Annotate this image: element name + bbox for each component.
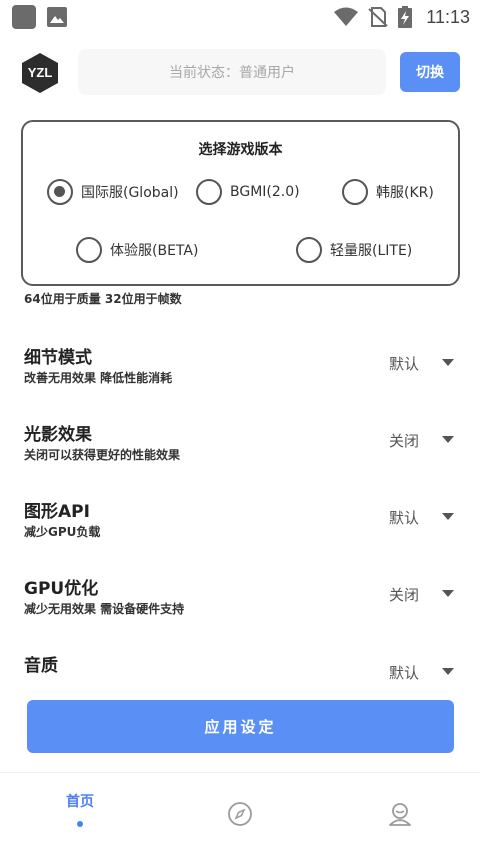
user-status-field: 当前状态：普通用户	[78, 49, 386, 95]
setting-row-gpu-optimization[interactable]: GPU优化 减少无用效果 需设备硬件支持 关闭	[0, 574, 480, 652]
dropdown-arrow-icon[interactable]	[442, 590, 454, 597]
setting-subtitle: 减少GPU负载	[24, 525, 101, 539]
nav-home-label: 首页	[66, 794, 94, 810]
game-version-dialog: 选择游戏版本 国际服(Global) BGMI(2.0) 韩服(KR) 体验服(…	[21, 120, 460, 286]
setting-value[interactable]: 关闭	[389, 430, 419, 451]
user-icon[interactable]	[387, 801, 413, 827]
dropdown-arrow-icon[interactable]	[442, 436, 454, 443]
setting-title: GPU优化	[24, 579, 99, 599]
setting-row-audio-quality[interactable]: 音质 默认	[0, 651, 480, 690]
radio-lite[interactable]: 轻量服(LITE)	[296, 237, 412, 263]
radio-unchecked-icon[interactable]	[296, 237, 322, 263]
radio-global[interactable]: 国际服(Global)	[47, 179, 179, 205]
radio-unchecked-icon[interactable]	[342, 179, 368, 205]
apply-settings-button[interactable]: 应用设定	[27, 700, 454, 753]
active-indicator-dot	[77, 821, 83, 827]
radio-unchecked-icon[interactable]	[76, 237, 102, 263]
radio-checked-icon[interactable]	[47, 179, 73, 205]
nav-discover[interactable]	[210, 801, 270, 851]
setting-value[interactable]: 默认	[389, 507, 419, 528]
radio-bgmi[interactable]: BGMI(2.0)	[196, 179, 300, 205]
no-sim-icon	[368, 7, 388, 27]
setting-value[interactable]: 关闭	[389, 584, 419, 605]
setting-subtitle: 关闭可以获得更好的性能效果	[24, 448, 181, 462]
radio-label: 体验服(BETA)	[110, 243, 199, 259]
radio-beta[interactable]: 体验服(BETA)	[76, 237, 198, 263]
app-notification-icon	[12, 5, 36, 29]
compass-icon[interactable]	[227, 801, 253, 827]
settings-list[interactable]: 64位用于质量 32位用于帧数 细节模式 改善无用效果 降低性能消耗 默认 光影…	[0, 280, 480, 690]
dialog-title: 选择游戏版本	[198, 142, 283, 158]
radio-label: BGMI(2.0)	[230, 184, 300, 200]
setting-row-graphics-api[interactable]: 图形API 减少GPU负载 默认	[0, 497, 480, 575]
status-bar: 11:13	[0, 0, 480, 34]
radio-unchecked-icon[interactable]	[196, 179, 222, 205]
setting-row-detail-mode[interactable]: 细节模式 改善无用效果 降低性能消耗 默认	[0, 343, 480, 421]
logo-text: YZL	[28, 65, 53, 80]
radio-label: 国际服(Global)	[81, 185, 179, 201]
image-notification-icon	[47, 7, 67, 27]
setting-value[interactable]: 默认	[389, 353, 419, 374]
wifi-icon	[334, 7, 359, 26]
app-logo: YZL	[22, 53, 58, 93]
clock: 11:13	[426, 6, 470, 27]
radio-label: 轻量服(LITE)	[330, 243, 413, 259]
setting-title: 图形API	[24, 502, 90, 522]
setting-title: 光影效果	[24, 425, 92, 445]
setting-subtitle: 减少无用效果 需设备硬件支持	[24, 602, 185, 616]
cut-off-description: 64位用于质量 32位用于帧数	[24, 292, 182, 306]
dropdown-arrow-icon[interactable]	[442, 513, 454, 520]
bottom-nav: 首页	[0, 772, 480, 853]
setting-subtitle: 改善无用效果 降低性能消耗	[24, 371, 173, 385]
setting-value[interactable]: 默认	[389, 662, 419, 683]
switch-button[interactable]: 切换	[400, 52, 460, 92]
radio-kr[interactable]: 韩服(KR)	[342, 179, 434, 205]
battery-charging-icon	[398, 6, 413, 28]
nav-home[interactable]: 首页	[50, 791, 110, 841]
setting-row-lighting[interactable]: 光影效果 关闭可以获得更好的性能效果 关闭	[0, 420, 480, 498]
dropdown-arrow-icon[interactable]	[442, 359, 454, 366]
nav-profile[interactable]	[370, 801, 430, 851]
radio-label: 韩服(KR)	[376, 185, 434, 201]
setting-title: 细节模式	[24, 348, 92, 368]
setting-title: 音质	[24, 656, 58, 676]
dropdown-arrow-icon[interactable]	[442, 668, 454, 675]
